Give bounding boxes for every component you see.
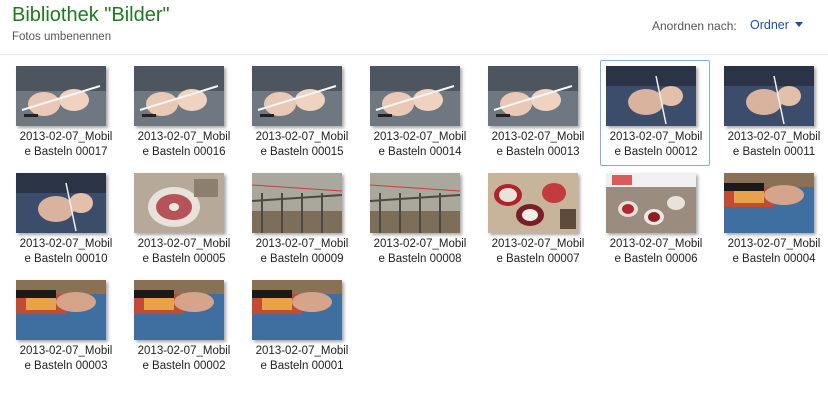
file-name-line-1: 2013-02-07_Mobil (19, 345, 113, 357)
file-name-line-1: 2013-02-07_Mobil (255, 345, 349, 357)
file-name-line-2: e Basteln 00003 (24, 360, 108, 372)
file-item[interactable]: 2013-02-07_Mobile Basteln 00015 (246, 60, 356, 166)
file-name-line-1: 2013-02-07_Mobil (255, 238, 349, 250)
arrange-by-label: Anordnen nach: (652, 19, 737, 33)
photo-thumbnail (606, 66, 696, 126)
chevron-down-icon (794, 22, 803, 28)
file-name-line-1: 2013-02-07_Mobil (19, 238, 113, 250)
file-name: 2013-02-07_Mobile Basteln 00010 (11, 237, 121, 267)
file-name-line-2: e Basteln 00013 (496, 146, 580, 158)
file-name: 2013-02-07_Mobile Basteln 00014 (365, 130, 475, 160)
file-name: 2013-02-07_Mobile Basteln 00013 (483, 130, 593, 160)
file-name-line-1: 2013-02-07_Mobil (609, 238, 703, 250)
file-name: 2013-02-07_Mobile Basteln 00009 (247, 237, 357, 267)
arrange-by-value: Ordner (750, 18, 789, 32)
file-name-line-2: e Basteln 00011 (732, 146, 816, 158)
photo-thumbnail (252, 66, 342, 126)
file-name: 2013-02-07_Mobile Basteln 00005 (129, 237, 239, 267)
file-name-line-1: 2013-02-07_Mobil (373, 238, 467, 250)
file-item[interactable]: 2013-02-07_Mobile Basteln 00014 (364, 60, 474, 166)
arrange-by-dropdown[interactable]: Ordner (750, 18, 803, 32)
file-item[interactable]: 2013-02-07_Mobile Basteln 00009 (246, 167, 356, 273)
photo-thumbnail (606, 173, 696, 233)
file-name-line-1: 2013-02-07_Mobil (137, 238, 231, 250)
file-name-line-1: 2013-02-07_Mobil (19, 131, 113, 143)
file-name: 2013-02-07_Mobile Basteln 00012 (601, 130, 711, 160)
file-name: 2013-02-07_Mobile Basteln 00016 (129, 130, 239, 160)
file-name-line-1: 2013-02-07_Mobil (727, 238, 821, 250)
file-item[interactable]: 2013-02-07_Mobile Basteln 00017 (10, 60, 120, 166)
file-name-line-1: 2013-02-07_Mobil (491, 131, 585, 143)
file-name-line-2: e Basteln 00001 (260, 360, 344, 372)
file-name: 2013-02-07_Mobile Basteln 00004 (719, 237, 828, 267)
photo-thumbnail (252, 280, 342, 340)
file-item[interactable]: 2013-02-07_Mobile Basteln 00004 (718, 167, 828, 273)
file-name-line-2: e Basteln 00002 (142, 360, 226, 372)
file-name: 2013-02-07_Mobile Basteln 00007 (483, 237, 593, 267)
photo-thumbnail (370, 173, 460, 233)
file-name: 2013-02-07_Mobile Basteln 00011 (719, 130, 828, 160)
file-name-line-2: e Basteln 00004 (732, 253, 816, 265)
file-name: 2013-02-07_Mobile Basteln 00003 (11, 344, 121, 374)
photo-thumbnail (16, 66, 106, 126)
file-item[interactable]: 2013-02-07_Mobile Basteln 00005 (128, 167, 238, 273)
file-item[interactable]: 2013-02-07_Mobile Basteln 00016 (128, 60, 238, 166)
library-subtitle: Fotos umbenennen (12, 31, 112, 43)
file-name-line-2: e Basteln 00007 (496, 253, 580, 265)
file-item[interactable]: 2013-02-07_Mobile Basteln 00012 (600, 60, 710, 166)
file-name-line-1: 2013-02-07_Mobil (727, 131, 821, 143)
file-name-line-1: 2013-02-07_Mobil (137, 345, 231, 357)
photo-thumbnail (134, 66, 224, 126)
file-name-line-2: e Basteln 00009 (260, 253, 344, 265)
file-item[interactable]: 2013-02-07_Mobile Basteln 00008 (364, 167, 474, 273)
photo-thumbnail (16, 173, 106, 233)
file-name: 2013-02-07_Mobile Basteln 00002 (129, 344, 239, 374)
file-item[interactable]: 2013-02-07_Mobile Basteln 00003 (10, 274, 120, 380)
file-name: 2013-02-07_Mobile Basteln 00006 (601, 237, 711, 267)
file-name: 2013-02-07_Mobile Basteln 00001 (247, 344, 357, 374)
photo-thumbnail (488, 173, 578, 233)
file-name: 2013-02-07_Mobile Basteln 00017 (11, 130, 121, 160)
file-name-line-2: e Basteln 00014 (378, 146, 462, 158)
photo-thumbnail (134, 280, 224, 340)
file-item[interactable]: 2013-02-07_Mobile Basteln 00013 (482, 60, 592, 166)
file-name-line-2: e Basteln 00006 (614, 253, 698, 265)
photo-thumbnail (724, 66, 814, 126)
file-name-line-1: 2013-02-07_Mobil (373, 131, 467, 143)
file-name-line-2: e Basteln 00012 (614, 146, 698, 158)
file-name-line-1: 2013-02-07_Mobil (255, 131, 349, 143)
file-name: 2013-02-07_Mobile Basteln 00015 (247, 130, 357, 160)
file-item[interactable]: 2013-02-07_Mobile Basteln 00010 (10, 167, 120, 273)
file-item[interactable]: 2013-02-07_Mobile Basteln 00006 (600, 167, 710, 273)
file-name-line-2: e Basteln 00015 (260, 146, 344, 158)
file-item[interactable]: 2013-02-07_Mobile Basteln 00011 (718, 60, 828, 166)
file-name-line-2: e Basteln 00008 (378, 253, 462, 265)
photo-thumbnail (16, 280, 106, 340)
photo-thumbnail (724, 173, 814, 233)
file-name-line-2: e Basteln 00010 (24, 253, 108, 265)
file-name-line-1: 2013-02-07_Mobil (137, 131, 231, 143)
file-name-line-2: e Basteln 00017 (24, 146, 108, 158)
library-header: Bibliothek "Bilder" Fotos umbenennen Ano… (0, 0, 828, 55)
file-name: 2013-02-07_Mobile Basteln 00008 (365, 237, 475, 267)
photo-thumbnail (134, 173, 224, 233)
photo-thumbnail (488, 66, 578, 126)
file-name-line-2: e Basteln 00005 (142, 253, 226, 265)
file-name-line-1: 2013-02-07_Mobil (609, 131, 703, 143)
file-name-line-1: 2013-02-07_Mobil (491, 238, 585, 250)
file-item[interactable]: 2013-02-07_Mobile Basteln 00001 (246, 274, 356, 380)
photo-thumbnail (252, 173, 342, 233)
file-name-line-2: e Basteln 00016 (142, 146, 226, 158)
photo-thumbnail (370, 66, 460, 126)
file-item[interactable]: 2013-02-07_Mobile Basteln 00002 (128, 274, 238, 380)
library-title: Bibliothek "Bilder" (12, 4, 170, 26)
file-item[interactable]: 2013-02-07_Mobile Basteln 00007 (482, 167, 592, 273)
